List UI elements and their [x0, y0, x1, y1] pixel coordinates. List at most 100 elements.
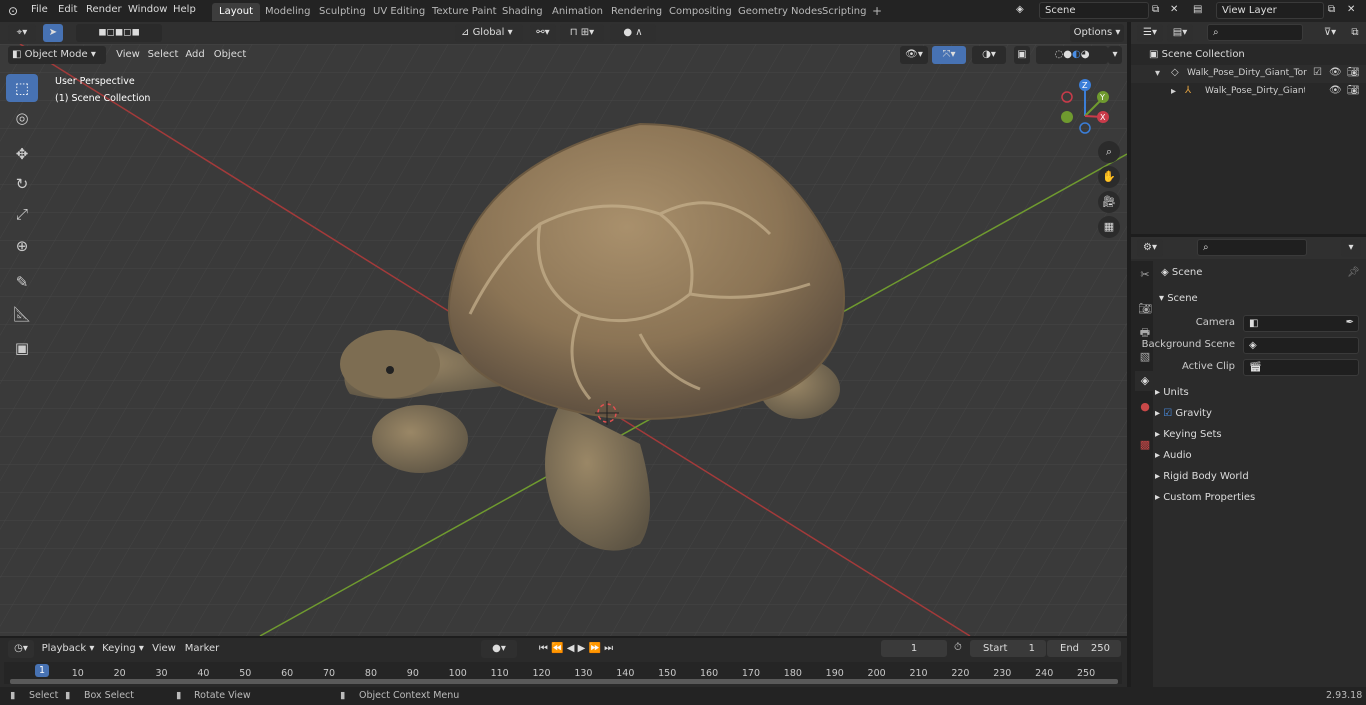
scale-tool-icon[interactable]: ⤢: [6, 200, 38, 228]
camera-field[interactable]: ◧ ✒: [1243, 315, 1359, 332]
rotate-tool-icon[interactable]: ↻: [6, 170, 38, 198]
editor-type-icon[interactable]: ⌖▾: [8, 24, 36, 42]
pin-icon[interactable]: 📌︎: [1347, 267, 1360, 278]
current-frame-field[interactable]: 1: [881, 640, 947, 657]
add-cube-tool-icon[interactable]: ▣: [6, 334, 38, 362]
marker-menu[interactable]: Marker: [184, 640, 220, 658]
menu-window[interactable]: Window: [128, 4, 167, 15]
menu-help[interactable]: Help: [173, 4, 196, 15]
stopwatch-icon[interactable]: ⏱: [954, 642, 962, 653]
active-clip-field[interactable]: 🎬︎: [1243, 359, 1359, 376]
close-view-layer-icon[interactable]: ✕: [1347, 4, 1355, 15]
display-mode-icon[interactable]: ▤▾: [1167, 24, 1193, 42]
render-camera-icon[interactable]: 📷︎: [1347, 67, 1360, 78]
units-section[interactable]: ▸ Units: [1155, 387, 1360, 407]
playback-menu[interactable]: Playback ▾: [40, 640, 96, 658]
visibility-icon[interactable]: 👁︎▾: [900, 46, 928, 64]
shading-options-icon[interactable]: ▾: [1108, 46, 1122, 64]
proportional-edit-icon[interactable]: ● ∧: [610, 24, 656, 42]
timeline-scrollbar[interactable]: [10, 679, 1118, 684]
playback-controls-icons[interactable]: ⏮ ⏪ ◀ ▶ ⏩ ⏭: [522, 640, 630, 658]
tab-uv-editing[interactable]: UV Editing: [366, 3, 432, 21]
view-layer-field[interactable]: View Layer: [1216, 2, 1324, 19]
snap-icon[interactable]: ⊓ ⊞▾: [560, 24, 604, 42]
tab-sculpting[interactable]: Sculpting: [312, 3, 373, 21]
gravity-checkbox-icon[interactable]: ☑: [1163, 408, 1172, 419]
timeline-editor-icon[interactable]: ◷▾: [8, 640, 34, 658]
menu-add[interactable]: Add: [182, 46, 208, 64]
eyedropper-icon[interactable]: ✒: [1346, 317, 1354, 328]
collapse-arrow-icon[interactable]: ▸: [1171, 86, 1176, 97]
properties-search-input[interactable]: ⌕: [1197, 239, 1307, 256]
new-view-layer-icon[interactable]: ⧉: [1328, 4, 1335, 15]
cursor-tool-icon[interactable]: ◎: [6, 104, 38, 132]
camera-view-icon[interactable]: 🎥︎: [1098, 191, 1120, 213]
keying-sets-section[interactable]: ▸ Keying Sets: [1155, 429, 1360, 449]
rigid-body-world-section[interactable]: ▸ Rigid Body World: [1155, 471, 1360, 491]
world-tab-icon[interactable]: ●: [1135, 397, 1155, 417]
ortho-grid-icon[interactable]: ▦: [1098, 216, 1120, 238]
menu-render[interactable]: Render: [86, 4, 122, 15]
tab-shading[interactable]: Shading: [495, 3, 550, 21]
blender-logo-icon[interactable]: ⊙: [8, 4, 18, 18]
annotate-tool-icon[interactable]: ✎: [6, 268, 38, 296]
custom-properties-section[interactable]: ▸ Custom Properties: [1155, 492, 1360, 512]
3d-viewport[interactable]: User Perspective (1) Scene Collection Z …: [0, 44, 1127, 636]
add-workspace-icon[interactable]: +: [866, 3, 888, 21]
gizmo-toggle-icon[interactable]: ⤧▾: [932, 46, 966, 64]
tab-texture-paint[interactable]: Texture Paint: [425, 3, 504, 21]
end-frame-field[interactable]: End 250: [1047, 640, 1121, 657]
checkbox-icon[interactable]: ☑: [1313, 67, 1322, 78]
xray-icon[interactable]: ▣: [1014, 46, 1030, 64]
tab-scripting[interactable]: Scripting: [815, 3, 873, 21]
move-tool-icon[interactable]: ✥: [6, 140, 38, 168]
menu-object[interactable]: Object: [212, 46, 248, 64]
start-frame-field[interactable]: Start 1: [970, 640, 1046, 657]
pan-hand-icon[interactable]: ✋: [1098, 166, 1120, 188]
scene-field[interactable]: Scene: [1039, 2, 1149, 19]
eye-icon[interactable]: 👁︎: [1329, 85, 1342, 96]
zoom-icon[interactable]: ⌕: [1098, 141, 1120, 163]
expand-arrow-icon[interactable]: ▾: [1155, 68, 1160, 79]
shading-modes-icons[interactable]: ◌●◐◕: [1036, 46, 1108, 64]
outliner-search-input[interactable]: ⌕: [1207, 24, 1303, 41]
options-dropdown[interactable]: Options ▾: [1070, 24, 1124, 42]
overlay-toggle-icon[interactable]: ◑▾: [972, 46, 1006, 64]
timeline-view-menu[interactable]: View: [150, 640, 178, 658]
texture-tab-icon[interactable]: ▩: [1135, 435, 1155, 455]
filter-icon[interactable]: ⊽▾: [1317, 24, 1343, 42]
outliner-row-2[interactable]: ▸ ⅄ Walk_Pose_Dirty_Giant_T 👁︎ 📷︎: [1131, 83, 1366, 101]
keying-menu[interactable]: Keying ▾: [100, 640, 146, 658]
select-mode-icon[interactable]: ➤: [43, 24, 63, 42]
new-scene-icon[interactable]: ⧉: [1152, 4, 1159, 15]
outliner-editor-icon[interactable]: ☰▾: [1137, 24, 1163, 42]
pivot-icon[interactable]: ⚯▾: [530, 24, 556, 42]
properties-editor-icon[interactable]: ⚙▾: [1137, 239, 1163, 257]
tab-modeling[interactable]: Modeling: [258, 3, 318, 21]
new-collection-icon[interactable]: ⧉: [1347, 24, 1363, 42]
select-box-tool-icon[interactable]: ⬚: [6, 74, 38, 102]
tab-animation[interactable]: Animation: [545, 3, 610, 21]
properties-options-icon[interactable]: ▾: [1341, 239, 1361, 257]
transform-tool-icon[interactable]: ⊕: [6, 232, 38, 260]
audio-section[interactable]: ▸ Audio: [1155, 450, 1360, 470]
outliner-row-1[interactable]: ▾ ◇ Walk_Pose_Dirty_Giant_Tortoi ☑ 👁︎ 📷︎: [1131, 65, 1366, 83]
scene-panel-header[interactable]: ▾ Scene: [1159, 293, 1198, 304]
navigation-gizmo[interactable]: Z Y X: [1055, 76, 1115, 136]
close-scene-icon[interactable]: ✕: [1170, 4, 1178, 15]
render-tab-icon[interactable]: 📷︎: [1135, 299, 1155, 319]
scene-tab-icon[interactable]: ◈: [1135, 371, 1155, 391]
eye-icon[interactable]: 👁︎: [1329, 67, 1342, 78]
menu-file[interactable]: File: [31, 4, 48, 15]
menu-select[interactable]: Select: [146, 46, 180, 64]
tool-tab-icon[interactable]: ✂: [1135, 265, 1155, 285]
orientation-dropdown[interactable]: ⊿ Global ▾: [455, 24, 523, 42]
view-layer-tab-icon[interactable]: ▧: [1135, 347, 1155, 367]
tab-layout[interactable]: Layout: [212, 3, 260, 21]
mode-dropdown[interactable]: ◧ Object Mode ▾: [8, 46, 106, 64]
tab-compositing[interactable]: Compositing: [662, 3, 739, 21]
render-camera-icon[interactable]: 📷︎: [1347, 85, 1360, 96]
tab-rendering[interactable]: Rendering: [604, 3, 669, 21]
background-scene-field[interactable]: ◈: [1243, 337, 1359, 354]
measure-tool-icon[interactable]: 📐︎: [6, 300, 38, 328]
